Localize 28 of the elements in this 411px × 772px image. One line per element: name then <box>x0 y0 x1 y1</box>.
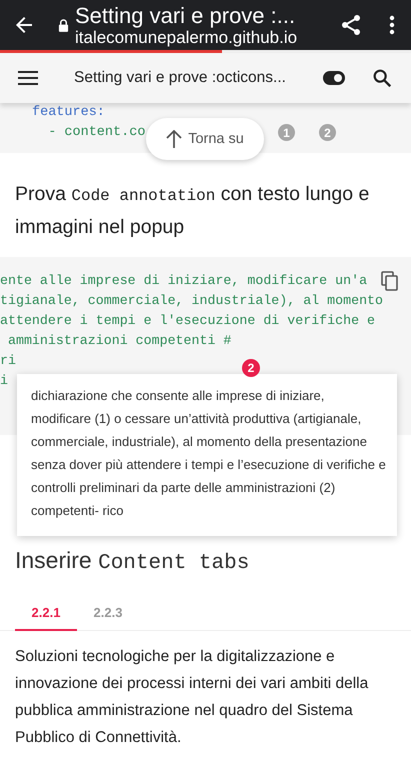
code-line: tigianale, commerciale, industriale), al momento <box>0 292 384 310</box>
menu-icon[interactable] <box>18 71 38 85</box>
code-line: features: <box>32 104 105 122</box>
page-url: italecomunepalermo.github.io <box>75 28 298 46</box>
tooltip-text: dichiarazione che consente alle imprese di iniziare, modificare (1) o cessare un’attività produttiva (artigianale, commerciale, industriale), al momento della presentazione senza dover più attendere i tempi e l’esecuzione di verifiche e controlli preliminari da parte delle amministrazioni (2) competenti- rico <box>31 387 387 520</box>
code-line: ente alle imprese di iniziare, modificare un'a <box>0 272 368 290</box>
search-icon[interactable] <box>371 67 393 89</box>
tab[interactable]: 2.2.1 <box>15 595 77 631</box>
lock-icon <box>58 18 69 32</box>
back-to-top-button[interactable]: Torna su <box>146 118 264 160</box>
more-options-icon[interactable] <box>389 15 395 35</box>
paragraph: Soluzioni tecnologiche per la digitalizzazione e innovazione dei processi interni dei vari ambiti della pubblica amministrazione nel quadro del Sistema Pubblico di Connettività. <box>15 647 370 748</box>
share-icon[interactable] <box>339 13 363 37</box>
code-line: ri <box>0 352 16 370</box>
annotation-marker[interactable]: 1 <box>278 124 295 141</box>
copy-icon[interactable] <box>381 271 399 291</box>
header-title: Setting vari e prove :octicons... <box>74 69 287 87</box>
section-heading: Inserire Content tabs <box>15 547 250 575</box>
annotation-marker[interactable]: 2 <box>319 124 336 141</box>
toggle-switch[interactable] <box>323 71 345 85</box>
code-line: - content.co <box>47 124 146 142</box>
code-line: amministrazioni competenti # <box>6 332 232 350</box>
code-line: i <box>0 372 8 390</box>
section-heading: Prova Code annotation con testo lungo e immagini nel popup <box>15 182 370 240</box>
tab[interactable]: 2.2.3 <box>77 595 139 631</box>
code-line: attendere i tempi e l'esecuzione di verifiche e <box>0 312 376 330</box>
page-title: Setting vari e prove :... <box>75 4 296 28</box>
arrow-up-icon <box>166 130 182 148</box>
